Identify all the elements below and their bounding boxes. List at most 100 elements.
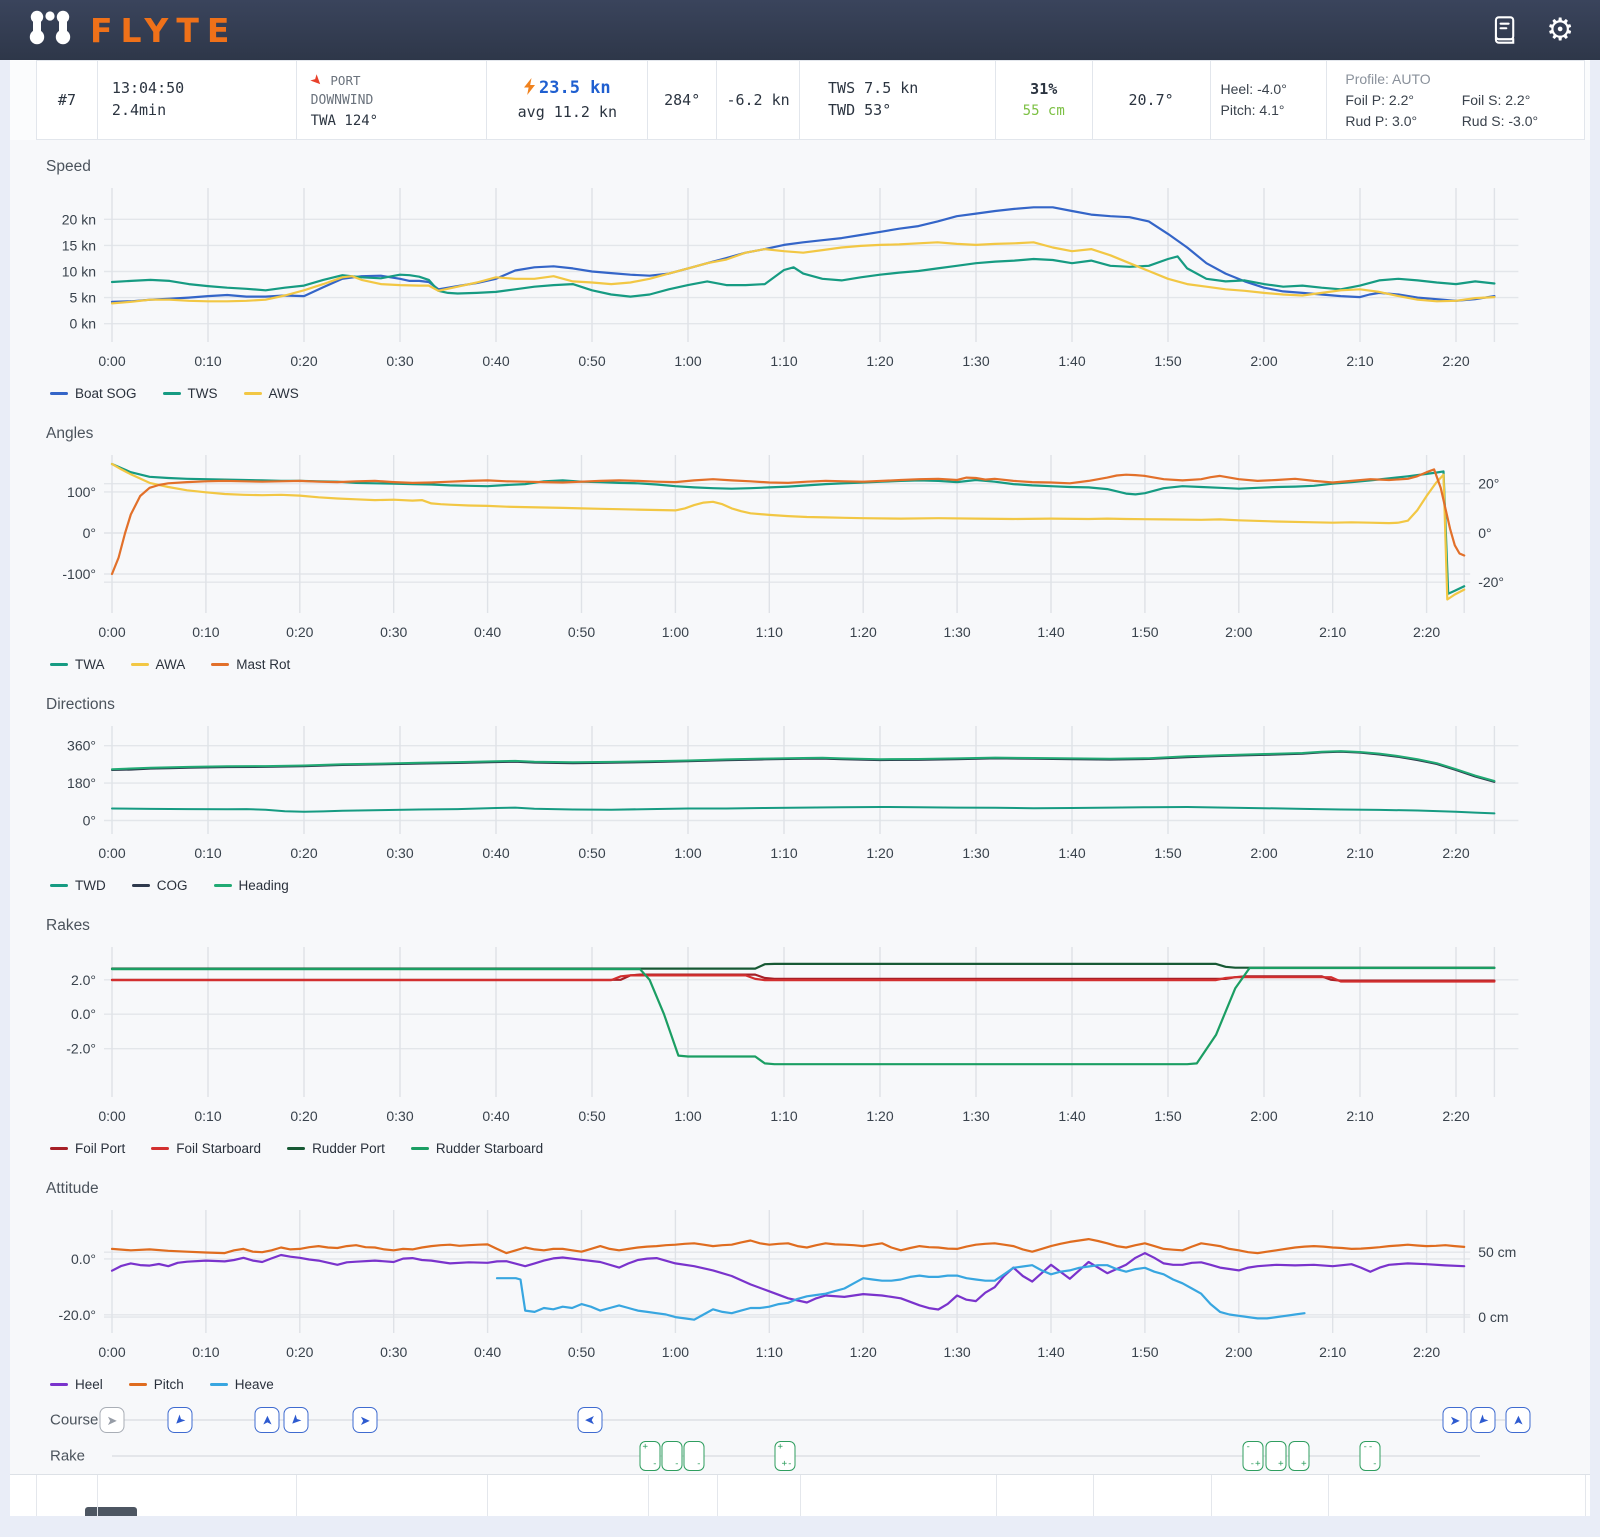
- app-header: FLYTE ⚙: [0, 0, 1600, 60]
- svg-text:0°: 0°: [1478, 525, 1491, 541]
- session-stats-row[interactable]: #7 13:04:50 2.4min ➤PORT DOWNWIND TWA 12…: [36, 60, 1585, 140]
- svg-text:2:00: 2:00: [1225, 1344, 1252, 1360]
- rake-row: Rake +---++---+++---: [10, 1438, 1590, 1474]
- svg-text:-2.0°: -2.0°: [66, 1041, 96, 1057]
- legend-swatch-icon: [163, 392, 181, 396]
- svg-text:0:30: 0:30: [386, 353, 413, 369]
- rake-plus-minus-icon: -: [1363, 1460, 1378, 1469]
- course-arrow-button[interactable]: ➤: [578, 1407, 603, 1433]
- svg-text:-20.0°: -20.0°: [58, 1307, 96, 1323]
- svg-text:2:00: 2:00: [1250, 353, 1277, 369]
- legend-item[interactable]: Foil Port: [50, 1141, 125, 1156]
- course-arrow-button[interactable]: ➤: [1471, 1407, 1496, 1433]
- svg-text:2:10: 2:10: [1346, 1108, 1373, 1124]
- svg-text:0:10: 0:10: [194, 1108, 221, 1124]
- svg-text:2:20: 2:20: [1442, 845, 1469, 861]
- direction-arrow-icon: ➤: [261, 1415, 274, 1426]
- logbook-icon[interactable]: [1490, 15, 1518, 45]
- point-of-sail: DOWNWIND: [311, 92, 487, 111]
- rake-adjust-button[interactable]: +: [1289, 1441, 1310, 1471]
- course-arrow-button[interactable]: ➤: [255, 1407, 280, 1433]
- svg-text:10 kn: 10 kn: [62, 264, 96, 280]
- svg-text:0:40: 0:40: [474, 1344, 501, 1360]
- svg-text:0:50: 0:50: [578, 1108, 605, 1124]
- svg-text:5 kn: 5 kn: [70, 290, 96, 306]
- svg-text:-100°: -100°: [62, 566, 96, 582]
- svg-text:2:00: 2:00: [1225, 624, 1252, 640]
- rake-adjust-button[interactable]: +: [1266, 1441, 1287, 1471]
- rake-plus-minus-icon: -: [1246, 1443, 1261, 1452]
- rake-adjust-button[interactable]: --+: [1243, 1441, 1264, 1471]
- legend-item[interactable]: Foil Starboard: [151, 1141, 261, 1156]
- course-arrow-button[interactable]: ➤: [1443, 1407, 1468, 1433]
- twd-value: TWD 53°: [828, 100, 995, 122]
- legend-item[interactable]: TWD: [50, 878, 106, 893]
- table-column-border: [648, 1475, 649, 1516]
- svg-text:1:40: 1:40: [1058, 845, 1085, 861]
- table-column-border: [36, 1475, 37, 1516]
- legend-swatch-icon: [214, 884, 232, 888]
- course-arrow-button[interactable]: ➤: [100, 1407, 125, 1433]
- rake-adjust-button[interactable]: -: [662, 1441, 683, 1471]
- svg-text:2:20: 2:20: [1413, 624, 1440, 640]
- course-arrow-button[interactable]: ➤: [1506, 1407, 1531, 1433]
- legend-item[interactable]: Heel: [50, 1377, 103, 1392]
- table-column-border: [1585, 1475, 1586, 1516]
- svg-text:2:10: 2:10: [1346, 353, 1373, 369]
- profile-value: Profile: AUTO: [1345, 69, 1584, 90]
- legend-swatch-icon: [287, 1147, 305, 1151]
- legend-item[interactable]: AWA: [131, 657, 186, 672]
- foil-port-value: Foil P: 2.2°: [1345, 90, 1457, 111]
- run-number: #7: [58, 91, 76, 109]
- rake-plus-minus-icon: -: [643, 1460, 658, 1469]
- course-arrow-button[interactable]: ➤: [353, 1407, 378, 1433]
- svg-text:0:40: 0:40: [482, 845, 509, 861]
- settings-gear-icon[interactable]: ⚙: [1546, 15, 1574, 46]
- legend-item[interactable]: Rudder Starboard: [411, 1141, 543, 1156]
- svg-text:1:50: 1:50: [1131, 1344, 1158, 1360]
- next-session-row[interactable]: [10, 1474, 1590, 1516]
- svg-text:100°: 100°: [67, 484, 96, 500]
- max-speed: 23.5 kn: [539, 78, 611, 98]
- svg-text:1:30: 1:30: [962, 1108, 989, 1124]
- legend-item[interactable]: Pitch: [129, 1377, 184, 1392]
- svg-text:1:20: 1:20: [850, 624, 877, 640]
- foiling-cell: 31% 55 cm: [996, 61, 1093, 139]
- svg-text:0:10: 0:10: [194, 845, 221, 861]
- legend-item[interactable]: Heading: [214, 878, 289, 893]
- legend-swatch-icon: [151, 1147, 169, 1151]
- legend-item[interactable]: AWS: [244, 386, 299, 401]
- svg-text:1:30: 1:30: [962, 353, 989, 369]
- attitude-chart: 0:000:100:200:300:400:501:001:101:201:30…: [30, 1202, 1570, 1367]
- legend-item[interactable]: Mast Rot: [211, 657, 290, 672]
- direction-arrow-icon: ➤: [172, 1412, 189, 1429]
- rake-adjust-button[interactable]: +-: [640, 1441, 661, 1471]
- course-arrow-button[interactable]: ➤: [168, 1407, 193, 1433]
- chart-title-attitude: Attitude: [10, 1166, 1590, 1202]
- speed-chart: 0:000:100:200:300:400:501:001:101:201:30…: [30, 180, 1570, 376]
- svg-text:0:00: 0:00: [98, 1344, 125, 1360]
- svg-text:180°: 180°: [67, 775, 96, 791]
- course-row-label: Course: [50, 1412, 98, 1429]
- legend-item[interactable]: TWA: [50, 657, 105, 672]
- legend-item[interactable]: COG: [132, 878, 188, 893]
- legend-item[interactable]: Boat SOG: [50, 386, 137, 401]
- tws-value: TWS 7.5 kn: [828, 78, 995, 100]
- svg-text:1:10: 1:10: [756, 624, 783, 640]
- directions-chart-legend: TWD COG Heading: [10, 868, 1590, 903]
- legend-item[interactable]: TWS: [163, 386, 218, 401]
- svg-text:20 kn: 20 kn: [62, 211, 96, 227]
- svg-text:360°: 360°: [67, 738, 96, 754]
- heel-value: Heel: -4.0°: [1221, 79, 1327, 100]
- legend-swatch-icon: [210, 1383, 228, 1387]
- rake-adjust-button[interactable]: ++-: [775, 1441, 796, 1471]
- svg-text:0:50: 0:50: [578, 845, 605, 861]
- rake-adjust-button[interactable]: -: [684, 1441, 705, 1471]
- legend-item[interactable]: Heave: [210, 1377, 274, 1392]
- svg-text:1:00: 1:00: [674, 353, 701, 369]
- rake-plus-minus-icon: -: [687, 1460, 702, 1469]
- rake-adjust-button[interactable]: ---: [1360, 1441, 1381, 1471]
- svg-text:0:10: 0:10: [192, 624, 219, 640]
- legend-item[interactable]: Rudder Port: [287, 1141, 385, 1156]
- course-arrow-button[interactable]: ➤: [284, 1407, 309, 1433]
